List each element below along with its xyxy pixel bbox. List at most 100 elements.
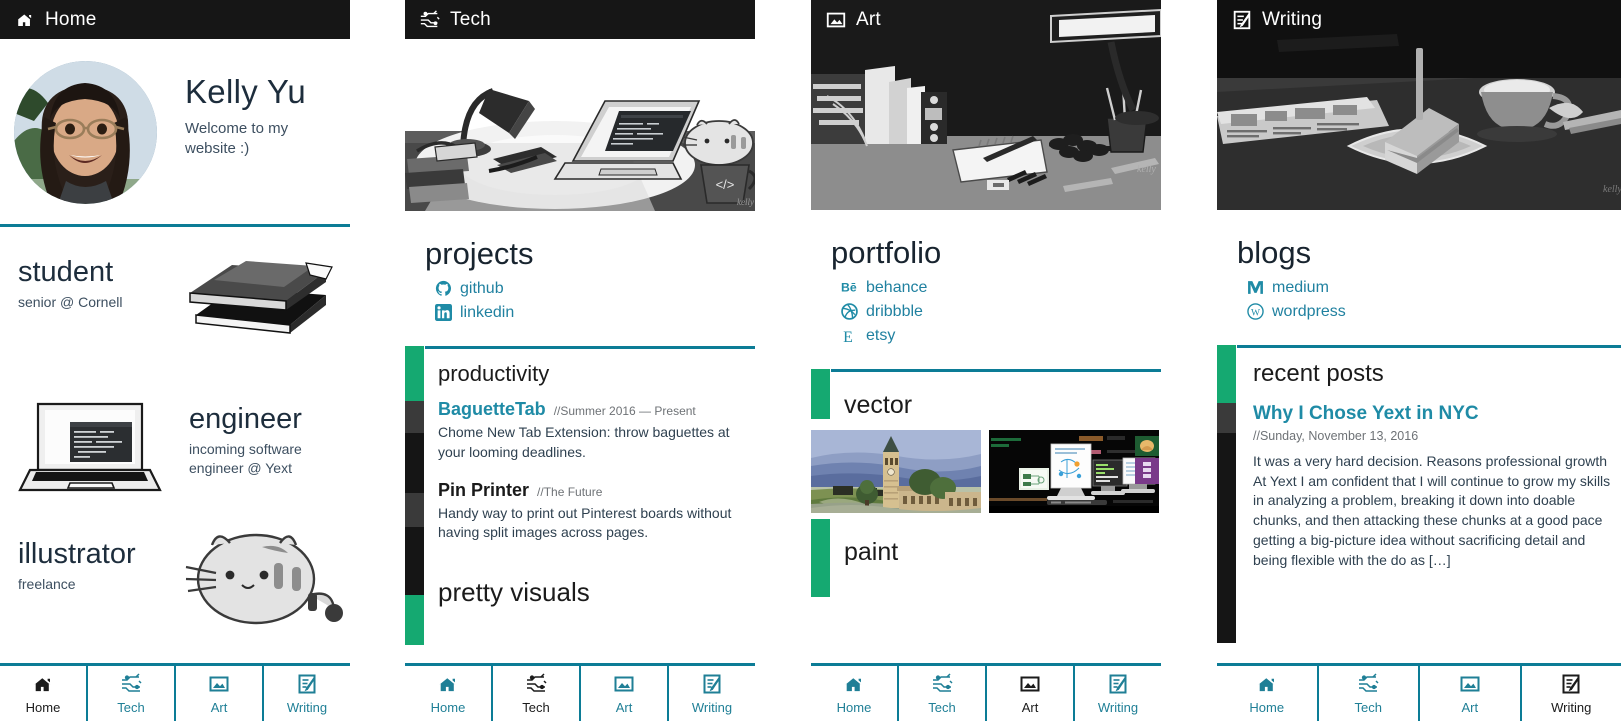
circuit-icon (1356, 672, 1380, 696)
nav-item-writing[interactable]: Writing (669, 666, 755, 721)
link-wordpress[interactable]: W wordpress (1247, 300, 1621, 323)
thumbnail-row (811, 430, 1161, 514)
column-home: Home Kelly Yu Welcome to my website:) s… (0, 0, 350, 721)
profile-text: Kelly Yu Welcome to my website :) (185, 61, 335, 159)
nav-item-art[interactable]: Art (987, 666, 1075, 721)
role-illustrator: illustrator freelance (0, 527, 350, 668)
scroll-segment[interactable] (405, 493, 424, 528)
link-behance[interactable]: Bē behance (841, 276, 1161, 299)
nav-label: Writing (691, 700, 733, 715)
link-label: etsy (866, 326, 896, 344)
nav-item-tech[interactable]: Tech (1319, 666, 1420, 721)
titlebar-art: Art (811, 0, 1161, 39)
etsy-icon: E (841, 327, 858, 346)
hero-tech: </> kelly (405, 39, 755, 211)
link-etsy[interactable]: E etsy (841, 324, 1161, 347)
home-icon (14, 9, 36, 31)
column-tech: Tech </> kelly projects github linkedin … (405, 0, 755, 721)
nav-item-writing[interactable]: Writing (1522, 666, 1621, 721)
nav-label: Home (1249, 700, 1285, 715)
link-github[interactable]: github (435, 277, 755, 300)
blogs-block: blogs medium W wordpress (1217, 210, 1621, 323)
laptop-icon (14, 398, 166, 498)
post-title[interactable]: Why I Chose Yext in NYC (1253, 403, 1611, 426)
nav-item-art[interactable]: Art (1420, 666, 1522, 721)
panel-paint: paint (811, 519, 1161, 598)
nav-item-home[interactable]: Home (811, 666, 899, 721)
project-title[interactable]: Pin Printer (438, 480, 529, 501)
titlebar-label: Home (45, 8, 97, 30)
nav-item-tech[interactable]: Tech (899, 666, 987, 721)
scroll-segment[interactable] (405, 433, 424, 494)
avatar (14, 61, 157, 204)
titlebar-tech: Tech (405, 0, 755, 39)
scroll-segment[interactable] (1217, 403, 1236, 434)
bottom-nav-tech: Home Tech Art Writing (405, 663, 755, 721)
nav-label: Art (210, 700, 228, 715)
nav-item-art[interactable]: Art (176, 666, 264, 721)
projects-block: projects github linkedin (405, 211, 755, 324)
accent-bar-green (811, 519, 830, 598)
nav-item-art[interactable]: Art (581, 666, 669, 721)
image-icon (207, 672, 231, 696)
nav-label: Tech (1354, 700, 1382, 715)
nav-item-tech[interactable]: Tech (88, 666, 176, 721)
link-medium[interactable]: medium (1247, 276, 1621, 299)
notepad-pen-icon (1106, 672, 1130, 696)
nav-label: Tech (928, 700, 956, 715)
hero-writing: kelly Writing (1217, 0, 1621, 210)
nav-item-writing[interactable]: Writing (264, 666, 350, 721)
titlebar-home: Home (0, 0, 350, 39)
panel-recent-posts: recent posts Why I Chose Yext in NYC //S… (1217, 345, 1621, 644)
circuit-icon (419, 9, 441, 31)
scroll-segment[interactable] (1217, 433, 1236, 644)
project-body: Handy way to print out Pinterest boards … (438, 505, 732, 541)
panel-heading: paint (844, 538, 899, 567)
nav-label: Art (1461, 700, 1479, 715)
post-excerpt: It was a very hard decision. Reasons pro… (1253, 452, 1611, 569)
profile-block: Kelly Yu Welcome to my website :) (0, 39, 350, 204)
portfolio-block: portfolio Bē behance dribbble E etsy (811, 210, 1161, 347)
role-student: student senior @ Cornell (0, 245, 350, 386)
project-body: Chome New Tab Extension: throw baguettes… (438, 424, 730, 460)
nav-label: Writing (1551, 700, 1592, 715)
panel-heading: recent posts (1253, 360, 1384, 388)
wordpress-icon: W (1247, 303, 1264, 320)
svg-text:kelly: kelly (1603, 184, 1621, 195)
nav-item-home[interactable]: Home (405, 666, 493, 721)
profile-tagline: Welcome to my website :) (185, 120, 289, 157)
divider (0, 224, 350, 227)
nav-item-tech[interactable]: Tech (493, 666, 581, 721)
nav-item-home[interactable]: Home (0, 666, 88, 721)
titlebar-label: Art (856, 8, 881, 30)
link-label: behance (866, 278, 928, 296)
post-date: //Sunday, November 13, 2016 (1253, 428, 1419, 443)
nav-label: Home (430, 700, 466, 715)
project-title[interactable]: BaguetteTab (438, 399, 546, 420)
titlebar-label: Tech (450, 8, 491, 30)
link-list: medium W wordpress (1237, 276, 1621, 323)
titlebar-writing: Writing (1217, 0, 1621, 39)
panel-heading: vector (844, 391, 913, 420)
link-dribbble[interactable]: dribbble (841, 300, 1161, 323)
panel-vector: vector (811, 369, 1161, 514)
circuit-icon (930, 672, 954, 696)
image-icon (1458, 672, 1482, 696)
project-item: BaguetteTab //Summer 2016 — Present Chom… (438, 399, 745, 462)
column-writing: kelly Writing blogs medium W wordpress r… (1217, 0, 1621, 721)
bottom-nav-art: Home Tech Art Writing (811, 663, 1161, 721)
home-icon (31, 672, 55, 696)
project-meta: //Summer 2016 — Present (553, 404, 696, 419)
home-icon (842, 672, 866, 696)
thumbnail-monitors-workspace[interactable] (989, 430, 1159, 514)
panel-productivity: productivity BaguetteTab //Summer 2016 —… (405, 346, 755, 646)
thumbnail-cornell-clocktower[interactable] (811, 430, 981, 514)
link-label: linkedin (460, 303, 515, 321)
link-linkedin[interactable]: linkedin (435, 301, 755, 324)
role-subtitle: senior @ Cornell (18, 294, 123, 311)
nav-item-writing[interactable]: Writing (1075, 666, 1161, 721)
project-meta: //The Future (537, 485, 603, 500)
scroll-segment[interactable] (405, 527, 424, 596)
nav-item-home[interactable]: Home (1217, 666, 1319, 721)
scroll-segment[interactable] (405, 401, 424, 434)
